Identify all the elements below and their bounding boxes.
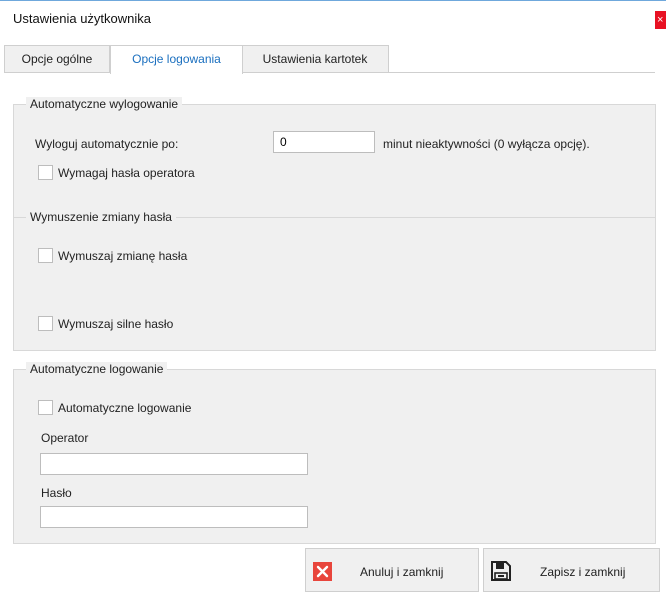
group-force-change-legend: Wymuszenie zmiany hasła bbox=[26, 210, 176, 224]
auto-login-checkbox[interactable] bbox=[38, 400, 53, 415]
save-button[interactable]: Zapisz i zamknij bbox=[483, 548, 660, 592]
group-force-change: Wymuszenie zmiany hasła Wymuszaj zmianę … bbox=[13, 210, 656, 351]
tab-panel: Automatyczne wylogowanie Wyloguj automat… bbox=[4, 72, 660, 603]
group-auto-login: Automatyczne logowanie Automatyczne logo… bbox=[13, 362, 656, 544]
operator-input[interactable] bbox=[40, 453, 308, 475]
require-password-label: Wymagaj hasła operatora bbox=[58, 166, 195, 180]
save-button-label: Zapisz i zamknij bbox=[540, 565, 626, 579]
cancel-button[interactable]: Anuluj i zamknij bbox=[305, 548, 479, 592]
window-title: Ustawienia użytkownika bbox=[13, 11, 152, 26]
require-password-checkbox[interactable] bbox=[38, 165, 53, 180]
cancel-icon bbox=[313, 562, 332, 581]
group-auto-login-legend: Automatyczne logowanie bbox=[26, 362, 168, 376]
close-icon: × bbox=[657, 14, 664, 26]
tab-ustawienia-kartotek[interactable]: Ustawienia kartotek bbox=[241, 45, 389, 72]
auto-logout-suffix: minut nieaktywności (0 wyłącza opcję). bbox=[383, 137, 590, 151]
cancel-button-label: Anuluj i zamknij bbox=[360, 565, 444, 579]
logout-minutes-input[interactable] bbox=[273, 131, 375, 153]
group-auto-logout-legend: Automatyczne wylogowanie bbox=[26, 97, 183, 111]
force-strong-label: Wymuszaj silne hasło bbox=[58, 317, 174, 331]
password-input[interactable] bbox=[40, 506, 308, 528]
tab-opcje-logowania[interactable]: Opcje logowania bbox=[110, 45, 243, 74]
group-auto-logout: Automatyczne wylogowanie Wyloguj automat… bbox=[13, 97, 656, 218]
operator-label: Operator bbox=[41, 431, 89, 445]
title-bar: Ustawienia użytkownika × bbox=[0, 1, 666, 35]
close-button[interactable]: × bbox=[655, 11, 666, 29]
force-change-checkbox[interactable] bbox=[38, 248, 53, 263]
force-change-label: Wymuszaj zmianę hasła bbox=[58, 249, 188, 263]
password-label: Hasło bbox=[41, 486, 72, 500]
tab-opcje-ogolne[interactable]: Opcje ogólne bbox=[4, 45, 110, 72]
auto-logout-label: Wyloguj automatycznie po: bbox=[35, 137, 179, 151]
auto-login-label: Automatyczne logowanie bbox=[58, 401, 192, 415]
force-strong-checkbox[interactable] bbox=[38, 316, 53, 331]
save-icon bbox=[490, 560, 512, 582]
